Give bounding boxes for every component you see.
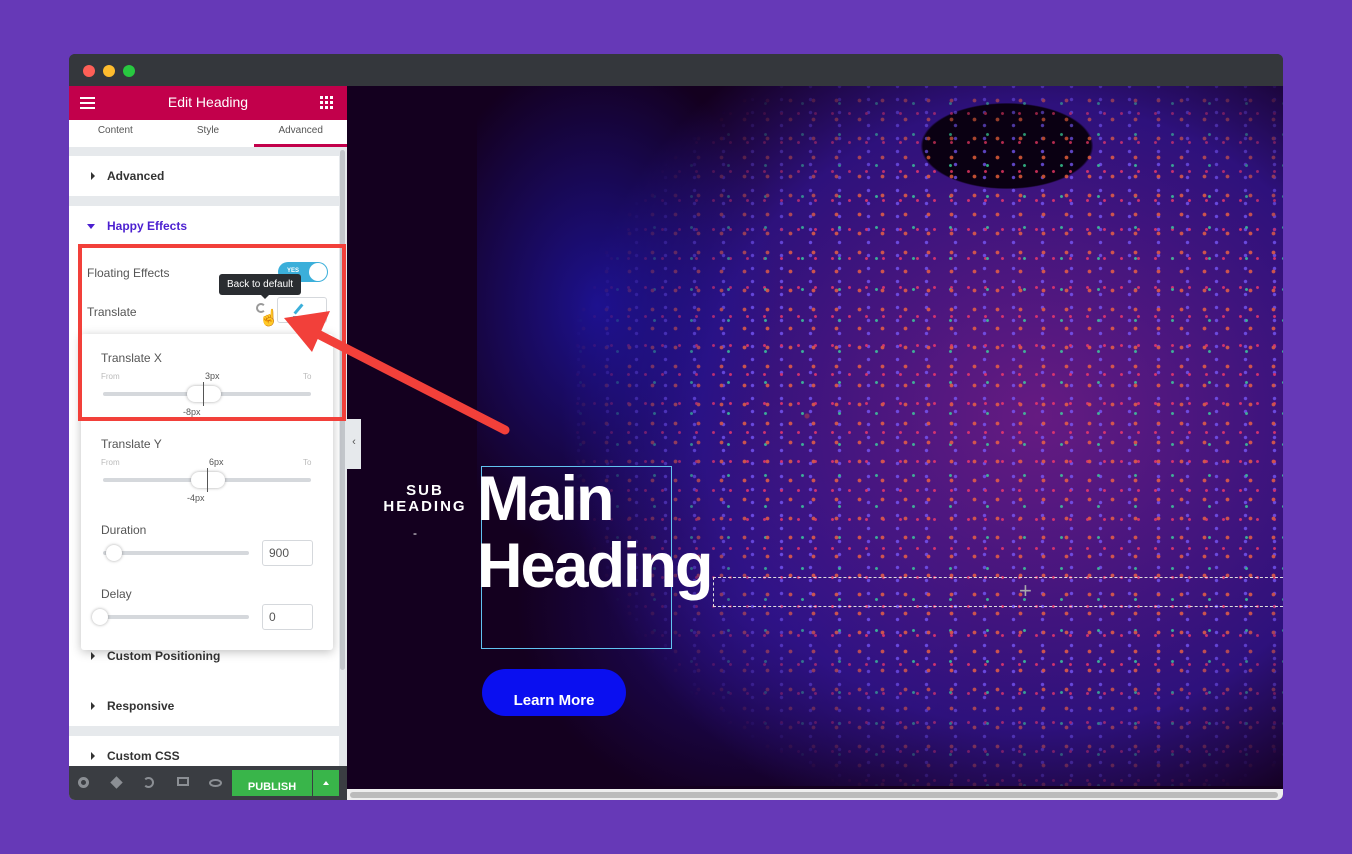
to-label: To: [303, 458, 312, 467]
caret-right-icon: [91, 652, 95, 660]
collapse-panel-button[interactable]: ‹: [347, 419, 361, 469]
duration-slider-track[interactable]: [103, 551, 249, 555]
plus-icon[interactable]: +: [1019, 580, 1032, 602]
canvas-horizontal-scrollbar[interactable]: [347, 789, 1283, 800]
panel-tabs: Content Style Advanced: [69, 120, 347, 147]
panel-header: Edit Heading: [69, 86, 347, 120]
main-heading[interactable]: Main Heading: [477, 464, 714, 601]
duration-title: Duration: [101, 523, 147, 537]
publish-options-button[interactable]: [313, 770, 339, 796]
preview-eye-icon[interactable]: [209, 779, 222, 787]
delay-title: Delay: [101, 587, 132, 601]
tab-style[interactable]: Style: [162, 120, 255, 147]
section-responsive[interactable]: Responsive: [69, 686, 339, 726]
section-label: Responsive: [107, 699, 175, 713]
settings-icon[interactable]: [78, 777, 89, 788]
section-label: Happy Effects: [107, 219, 188, 233]
delay-input[interactable]: [262, 604, 313, 630]
main-heading-line-2: Heading: [477, 531, 714, 601]
section-label: Advanced: [107, 169, 165, 183]
add-section-dropzone[interactable]: +: [713, 577, 1283, 607]
preview-canvas: ‹ SUB HEADING - Main Heading Learn More …: [347, 86, 1283, 800]
duration-slider-handle[interactable]: [106, 545, 122, 561]
responsive-desktop-icon[interactable]: [177, 777, 189, 786]
editor-panel: Edit Heading Content Style Advanced Adva…: [69, 86, 347, 800]
panel-title: Edit Heading: [167, 94, 249, 110]
section-advanced[interactable]: Advanced: [69, 156, 339, 196]
minimize-window-button[interactable]: [103, 65, 115, 77]
translate-y-to-value: 6px: [209, 457, 224, 467]
sub-heading[interactable]: SUB HEADING: [377, 483, 473, 515]
publish-button[interactable]: PUBLISH: [232, 770, 312, 796]
from-label: From: [101, 458, 120, 467]
tab-advanced[interactable]: Advanced: [254, 120, 347, 147]
tab-content[interactable]: Content: [69, 120, 162, 147]
duration-input[interactable]: [262, 540, 313, 566]
apps-grid-icon[interactable]: [320, 96, 333, 109]
translate-y-range-handle[interactable]: [191, 468, 225, 492]
navigator-layers-icon[interactable]: [110, 776, 123, 789]
section-label: Custom CSS: [107, 749, 180, 763]
delay-slider-track[interactable]: [95, 615, 249, 619]
translate-y-title: Translate Y: [101, 437, 162, 451]
learn-more-button[interactable]: Learn More: [482, 669, 626, 716]
highlight-annotation-box: [78, 244, 346, 421]
main-heading-line-1: Main: [477, 464, 615, 534]
caret-right-icon: [91, 702, 95, 710]
section-happy-effects[interactable]: Happy Effects: [69, 206, 339, 246]
maximize-window-button[interactable]: [123, 65, 135, 77]
caret-right-icon: [91, 172, 95, 180]
browser-window: Edit Heading Content Style Advanced Adva…: [69, 54, 1283, 800]
close-window-button[interactable]: [83, 65, 95, 77]
section-label: Custom Positioning: [107, 649, 221, 663]
caret-right-icon: [91, 752, 95, 760]
sub-heading-separator: -: [413, 526, 417, 540]
delay-slider-handle[interactable]: [92, 609, 108, 625]
caret-down-icon: [87, 224, 95, 229]
title-bar: [69, 54, 1283, 86]
panel-footer: PUBLISH: [69, 766, 347, 800]
history-icon[interactable]: [143, 777, 154, 788]
translate-y-from-value: -4px: [187, 493, 205, 503]
